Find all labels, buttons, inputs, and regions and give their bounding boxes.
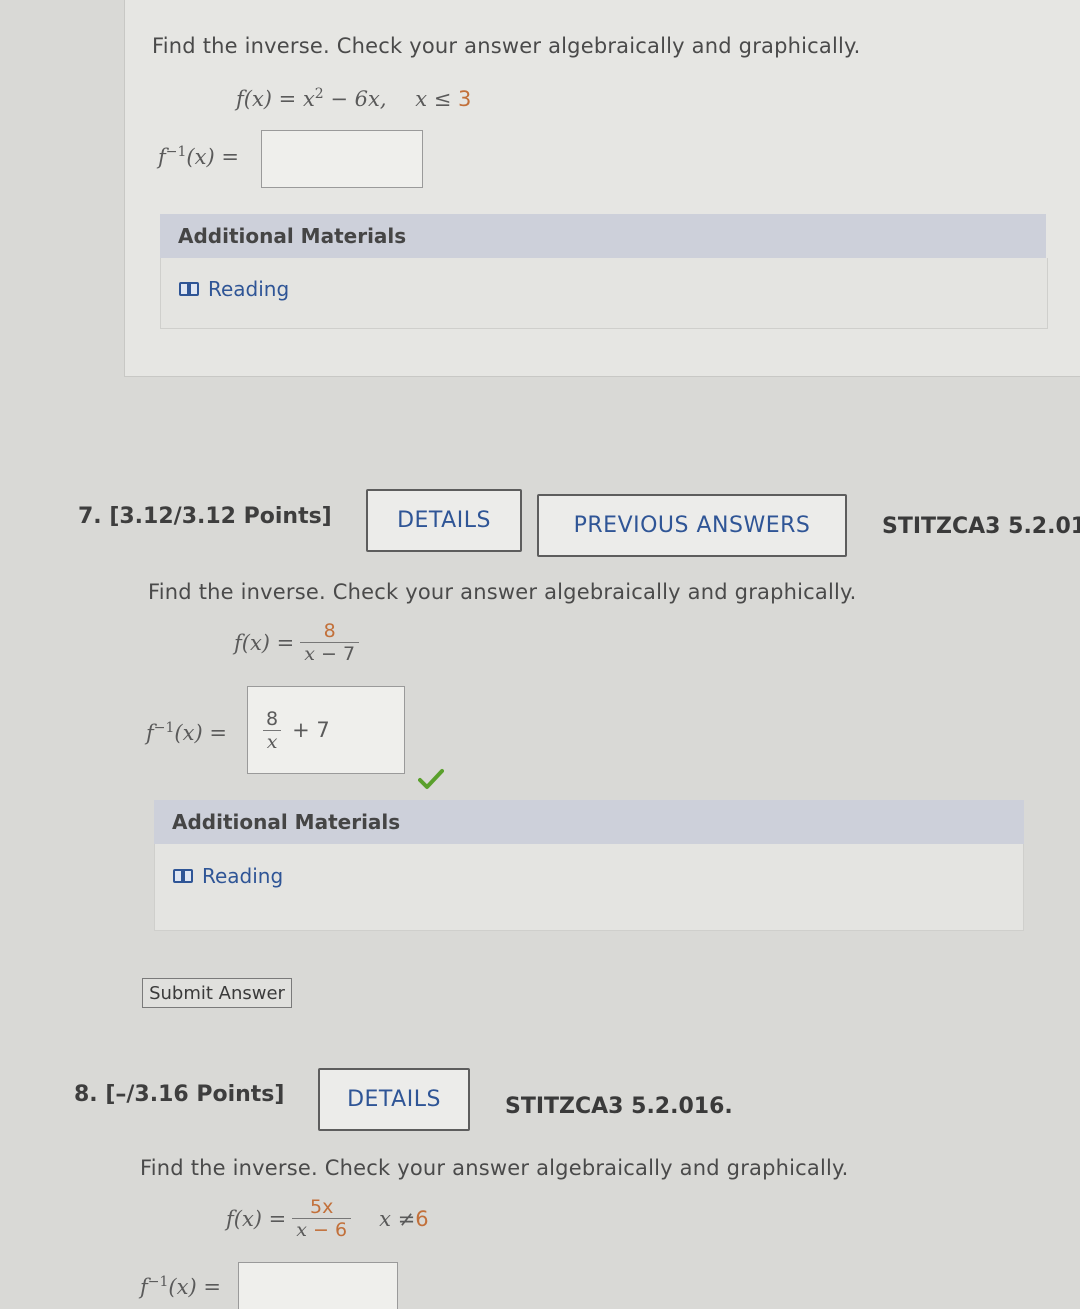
question-6-inverse-label: f−1(x) = (158, 144, 239, 169)
question-6-materials-header: Additional Materials (160, 214, 1046, 258)
question-6-answer-input[interactable] (261, 130, 423, 188)
question-7-number: 7. [3.12/3.12 Points] (78, 504, 332, 529)
question-6-prompt: Find the inverse. Check your answer alge… (152, 34, 861, 58)
question-7-function: f(x) = 8 x − 7 (234, 620, 360, 665)
submit-answer-button[interactable]: Submit Answer (142, 978, 292, 1008)
question-7-materials-header: Additional Materials (154, 800, 1024, 844)
question-7-previous-answers-button[interactable]: PREVIOUS ANSWERS (537, 494, 847, 557)
question-8-prompt: Find the inverse. Check your answer alge… (140, 1156, 849, 1180)
question-7-materials-title: Additional Materials (172, 810, 401, 834)
question-6-reading-label: Reading (208, 277, 290, 301)
question-8-number: 8. [–/3.16 Points] (74, 1082, 285, 1107)
question-7-prompt: Find the inverse. Check your answer alge… (148, 580, 857, 604)
question-7-details-button[interactable]: DETAILS (366, 489, 522, 552)
question-7-answer-input[interactable]: 8 x + 7 (247, 686, 405, 774)
question-7-reading-link[interactable]: Reading (172, 864, 283, 888)
question-8-answer-input[interactable] (238, 1262, 398, 1309)
question-6-reading-link[interactable]: Reading (178, 277, 289, 301)
question-7-code: STITZCA3 5.2.01 (882, 514, 1080, 539)
question-8-function: f(x) = 5x x − 6 x ≠ 6 (226, 1196, 429, 1241)
question-6-function: f(x) = x2 − 6x, x ≤ 3 (236, 86, 472, 111)
book-icon (178, 280, 202, 298)
book-icon (172, 867, 196, 885)
question-6-materials-body (160, 258, 1048, 329)
question-8-code: STITZCA3 5.2.016. (505, 1094, 733, 1119)
question-7-inverse-label: f−1(x) = (146, 720, 227, 745)
question-6-materials-title: Additional Materials (178, 224, 407, 248)
question-7-reading-label: Reading (202, 864, 284, 888)
question-7-materials-body (154, 844, 1024, 931)
question-7-answer-value: 8 x + 7 (262, 708, 330, 753)
correct-check-icon (418, 769, 444, 789)
question-8-inverse-label: f−1(x) = (140, 1274, 221, 1299)
question-8-details-button[interactable]: DETAILS (318, 1068, 470, 1131)
